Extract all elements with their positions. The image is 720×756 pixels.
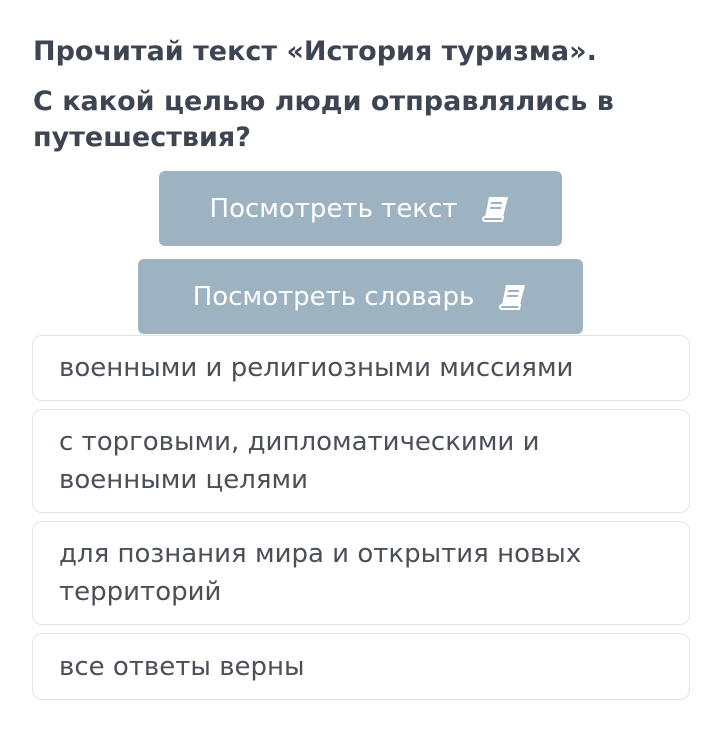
book-icon	[481, 195, 511, 223]
answer-option-4[interactable]: все ответы верны	[32, 633, 690, 700]
answer-option-1[interactable]: военными и религиозными миссиями	[32, 335, 690, 401]
answer-option-label: все ответы верны	[59, 651, 305, 682]
view-text-label: Посмотреть текст	[209, 193, 458, 224]
answer-option-label: с торговыми, дипломатическими и военными…	[59, 427, 540, 495]
view-text-button[interactable]: Посмотреть текст	[159, 171, 562, 246]
question-title: Прочитай текст «История туризма».	[33, 36, 597, 67]
book-icon	[498, 283, 528, 311]
answer-option-label: для познания мира и открытия новых терри…	[59, 539, 582, 607]
view-vocabulary-label: Посмотреть словарь	[192, 281, 475, 312]
quiz-page: Прочитай текст «История туризма». С како…	[0, 0, 720, 756]
answer-option-3[interactable]: для познания мира и открытия новых терри…	[32, 521, 690, 625]
view-vocabulary-button[interactable]: Посмотреть словарь	[138, 259, 583, 334]
question-text: С какой целью люди отправлялись в путеше…	[33, 86, 614, 153]
answer-option-label: военными и религиозными миссиями	[59, 353, 574, 383]
answer-option-2[interactable]: с торговыми, дипломатическими и военными…	[32, 409, 690, 513]
